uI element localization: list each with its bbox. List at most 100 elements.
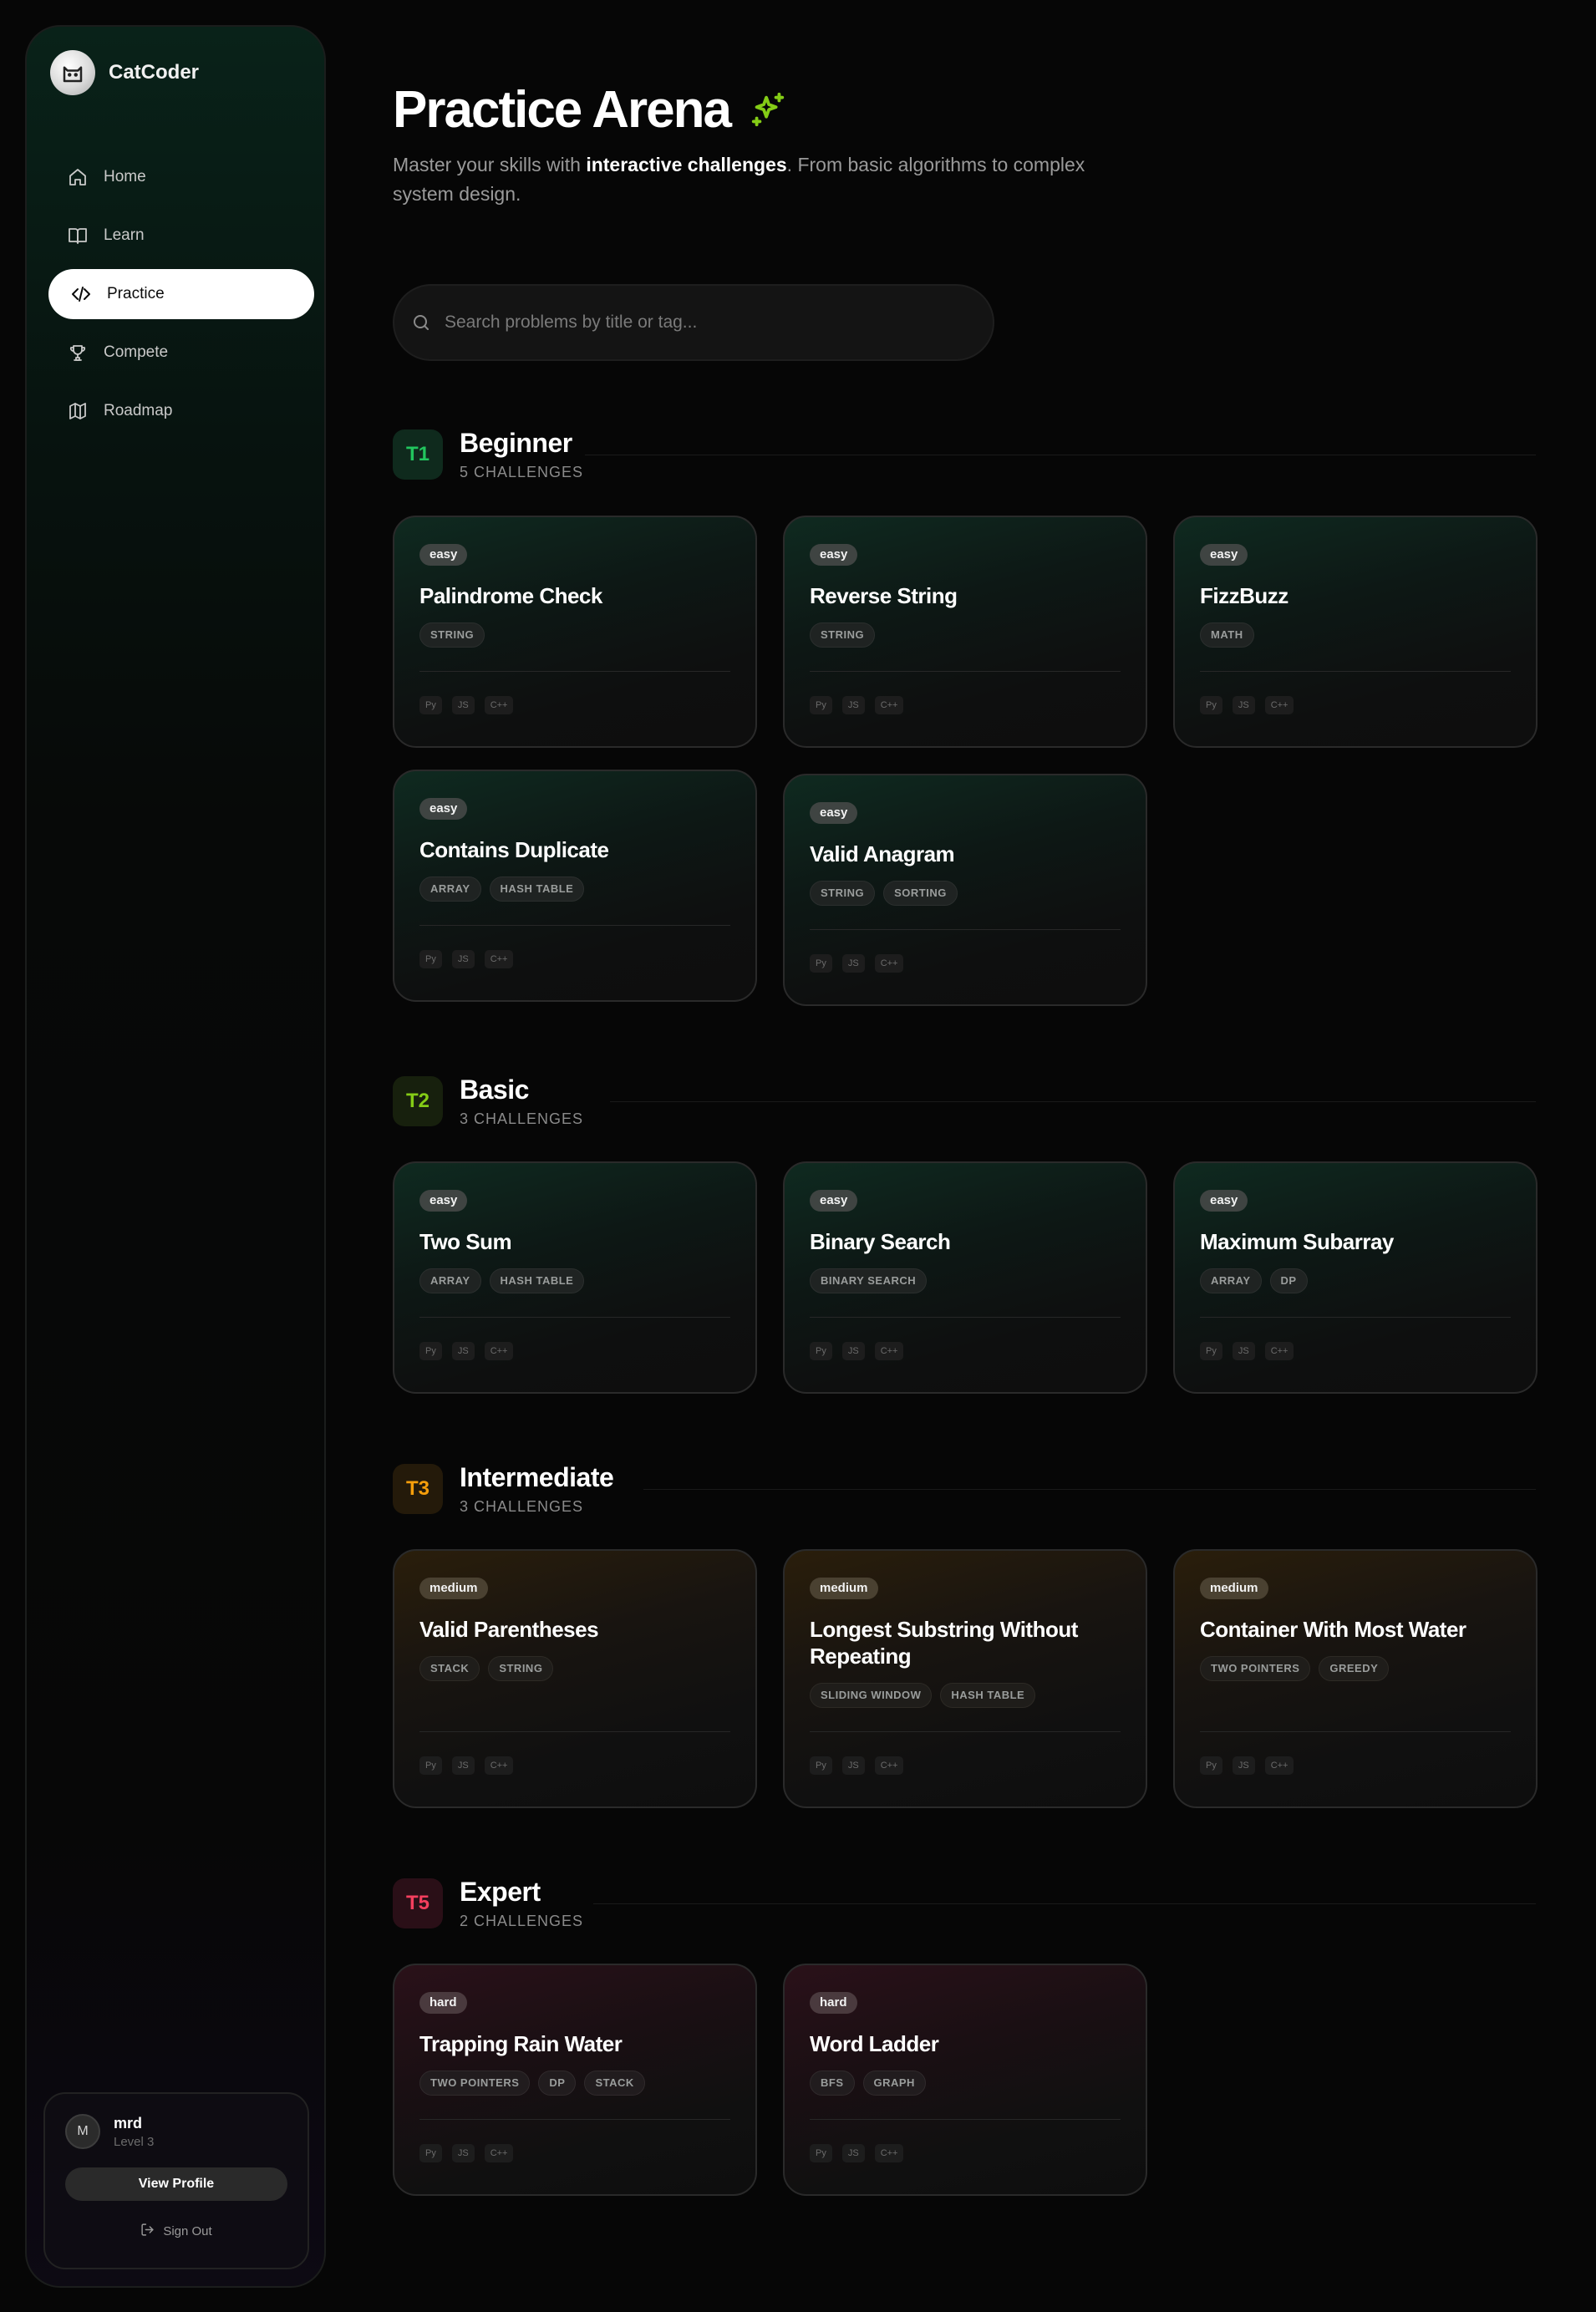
challenge-card[interactable]: medium Container With Most Water TWO POI… <box>1173 1549 1538 1808</box>
sign-out-icon <box>140 2223 155 2240</box>
brand-name: CatCoder <box>109 61 200 84</box>
brand[interactable]: CatCoder <box>50 50 199 95</box>
tag: STRING <box>419 622 485 648</box>
sidebar-item-label: Home <box>104 168 146 185</box>
search-bar[interactable] <box>393 284 994 361</box>
language-list: Py JS C++ <box>1200 1756 1294 1775</box>
language-badge: C++ <box>874 954 904 973</box>
tier-count: 3 CHALLENGES <box>460 1498 584 1515</box>
language-badge: C++ <box>484 2144 514 2162</box>
sidebar-item-label: Compete <box>104 343 169 361</box>
tier-count: 3 CHALLENGES <box>460 1110 584 1127</box>
tag: ARRAY <box>419 1268 481 1293</box>
view-profile-button[interactable]: View Profile <box>65 2167 287 2201</box>
challenge-card[interactable]: easy Contains Duplicate ARRAY HASH TABLE… <box>393 770 757 1002</box>
challenge-title: Reverse String <box>810 583 958 608</box>
language-badge: JS <box>1232 696 1255 714</box>
tag-list: STRING SORTING <box>810 881 958 906</box>
challenge-title: Palindrome Check <box>419 583 602 608</box>
tag: TWO POINTERS <box>419 2071 531 2096</box>
tag: SORTING <box>883 881 958 906</box>
tag-list: ARRAY HASH TABLE <box>419 1268 585 1293</box>
tier-badge: T3 <box>393 1464 443 1514</box>
tier-name: Expert <box>460 1877 541 1907</box>
language-badge: Py <box>810 1756 832 1775</box>
language-badge: JS <box>841 1342 865 1360</box>
page-title: Practice Arena <box>393 80 787 140</box>
tag: GREEDY <box>1319 1656 1390 1681</box>
language-badge: JS <box>1232 1342 1255 1360</box>
tag: STACK <box>419 1656 480 1681</box>
challenge-card[interactable]: medium Valid Parentheses STACK STRING Py… <box>393 1549 757 1808</box>
challenge-card[interactable]: hard Trapping Rain Water TWO POINTERS DP… <box>393 1964 757 2196</box>
sidebar-item-compete[interactable]: Compete <box>48 328 314 378</box>
tier-info: Expert 2 CHALLENGES <box>460 1877 583 1930</box>
challenge-card[interactable]: hard Word Ladder BFS GRAPH Py JS C++ <box>783 1964 1147 2196</box>
language-badge: C++ <box>484 950 514 968</box>
language-badge: Py <box>419 1756 442 1775</box>
page-subtitle: Master your skills with interactive chal… <box>393 150 1128 209</box>
tier-header-beginner: T1 Beginner 5 CHALLENGES <box>393 428 583 481</box>
tier-badge: T2 <box>393 1076 443 1126</box>
tag-list: TWO POINTERS DP STACK <box>419 2071 645 2096</box>
language-badge: Py <box>810 1342 832 1360</box>
tier-divider <box>643 1489 1536 1490</box>
card-divider <box>1200 1317 1511 1318</box>
tier-info: Intermediate 3 CHALLENGES <box>460 1462 614 1516</box>
sidebar-item-learn[interactable]: Learn <box>48 211 314 261</box>
language-badge: C++ <box>874 1756 904 1775</box>
language-list: Py JS C++ <box>810 1756 904 1775</box>
challenge-card[interactable]: easy Maximum Subarray ARRAY DP Py JS C++ <box>1173 1161 1538 1394</box>
challenge-card[interactable]: easy Two Sum ARRAY HASH TABLE Py JS C++ <box>393 1161 757 1394</box>
search-input[interactable] <box>445 313 946 333</box>
language-badge: C++ <box>874 1342 904 1360</box>
challenge-card[interactable]: easy FizzBuzz MATH Py JS C++ <box>1173 516 1538 748</box>
card-divider <box>810 929 1121 930</box>
tier-count: 5 CHALLENGES <box>460 464 584 480</box>
code-icon <box>70 283 92 305</box>
card-divider <box>1200 671 1511 672</box>
sign-out-button[interactable]: Sign Out <box>45 2223 308 2240</box>
card-divider <box>419 671 730 672</box>
page-title-text: Practice Arena <box>393 81 732 139</box>
challenge-card[interactable]: easy Binary Search BINARY SEARCH Py JS C… <box>783 1161 1147 1394</box>
challenge-card[interactable]: easy Reverse String STRING Py JS C++ <box>783 516 1147 748</box>
sidebar-nav: Home Learn Practice Compete Roadmap <box>48 152 314 445</box>
tag: GRAPH <box>862 2071 926 2096</box>
tag: DP <box>1269 1268 1308 1293</box>
tier-count: 2 CHALLENGES <box>460 1913 584 1929</box>
card-divider <box>810 2119 1121 2120</box>
tag: HASH TABLE <box>489 877 585 902</box>
language-badge: C++ <box>1264 696 1294 714</box>
difficulty-badge: medium <box>1200 1578 1268 1599</box>
tag-list: ARRAY HASH TABLE <box>419 877 585 902</box>
tag: ARRAY <box>419 877 481 902</box>
challenge-title: Word Ladder <box>810 2031 939 2056</box>
tag-list: MATH <box>1200 622 1254 648</box>
tier-info: Basic 3 CHALLENGES <box>460 1075 583 1128</box>
card-divider <box>810 1731 1121 1732</box>
language-badge: JS <box>841 2144 865 2162</box>
language-badge: Py <box>810 954 832 973</box>
user-info: M mrd Level 3 <box>65 2114 154 2149</box>
language-list: Py JS C++ <box>419 1756 514 1775</box>
sidebar-item-practice[interactable]: Practice <box>48 269 314 319</box>
difficulty-badge: hard <box>810 1992 857 2014</box>
user-name: mrd <box>114 2114 143 2132</box>
user-card: M mrd Level 3 View Profile Sign Out <box>43 2092 309 2269</box>
avatar[interactable]: M <box>65 2114 100 2149</box>
challenge-card[interactable]: medium Longest Substring Without Repeati… <box>783 1549 1147 1808</box>
difficulty-badge: medium <box>419 1578 488 1599</box>
challenge-card[interactable]: easy Palindrome Check STRING Py JS C++ <box>393 516 757 748</box>
map-icon <box>67 400 89 422</box>
sidebar-item-roadmap[interactable]: Roadmap <box>48 386 314 436</box>
challenge-title: Valid Anagram <box>810 841 955 866</box>
tier-divider <box>593 1903 1536 1904</box>
sidebar-item-home[interactable]: Home <box>48 152 314 202</box>
sparkles-icon <box>751 92 785 126</box>
language-badge: Py <box>810 2144 832 2162</box>
challenge-card[interactable]: easy Valid Anagram STRING SORTING Py JS … <box>783 774 1147 1006</box>
language-badge: Py <box>1200 696 1222 714</box>
language-badge: JS <box>841 1756 865 1775</box>
language-badge: Py <box>810 696 832 714</box>
